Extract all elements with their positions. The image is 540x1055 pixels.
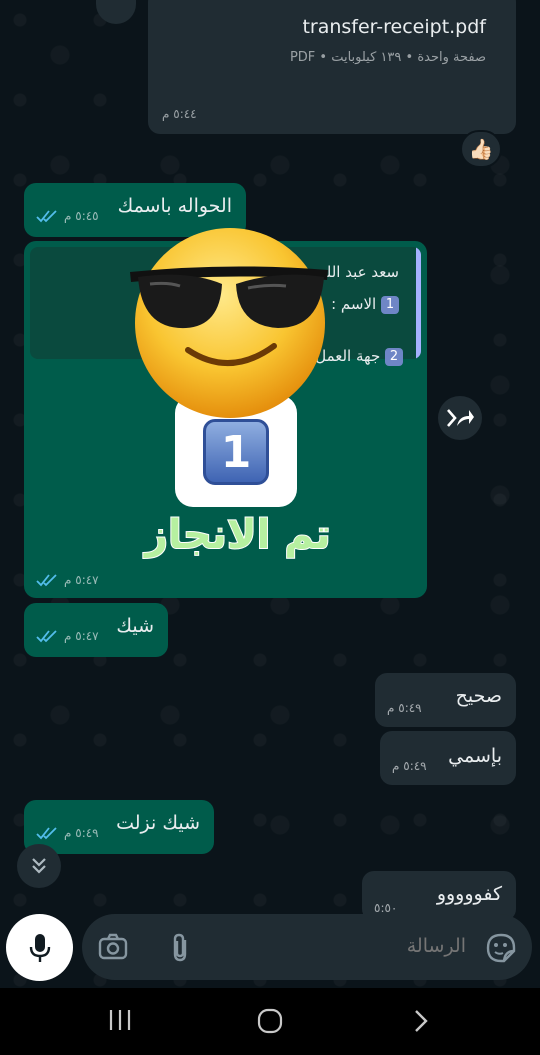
back-icon[interactable] xyxy=(412,1009,430,1033)
system-navigation-bar xyxy=(0,988,540,1055)
message-text: شيك نزلت xyxy=(116,812,200,834)
message-text: بإسمي xyxy=(448,745,502,767)
forward-button[interactable] xyxy=(438,396,482,440)
read-ticks-icon xyxy=(36,827,57,840)
incoming-message[interactable]: صحيح ٥:٤٩ م xyxy=(375,673,516,727)
reaction-badge[interactable]: 👍🏻 xyxy=(460,130,502,168)
keycap-two-icon: 2 xyxy=(385,347,403,366)
message-meta: ٥:٤٥ م xyxy=(36,209,99,223)
message-meta: ٥:٤٧ م xyxy=(36,629,99,643)
read-ticks-icon xyxy=(36,574,57,587)
keycap-one-icon: 1 xyxy=(203,419,269,485)
message-text: صحيح xyxy=(455,685,502,707)
message-time: ٥:٤٤ م xyxy=(162,107,197,121)
read-ticks-icon xyxy=(36,210,57,223)
forward-icon xyxy=(447,409,474,427)
outgoing-message[interactable]: شيك ٥:٤٧ م xyxy=(24,603,168,657)
camera-icon[interactable] xyxy=(98,933,128,961)
message-text: كفووووو xyxy=(436,883,502,905)
double-chevron-down-icon xyxy=(32,858,46,874)
scroll-to-bottom-button[interactable] xyxy=(17,844,61,888)
message-text: شيك xyxy=(116,615,154,637)
sticker-icon[interactable] xyxy=(486,933,516,963)
message-meta: ٥:٤٧ م xyxy=(36,573,99,587)
document-file-name: transfer-receipt.pdf xyxy=(302,16,486,38)
microphone-icon xyxy=(29,933,50,962)
message-meta: ٥:٤٩ م xyxy=(36,826,99,840)
quote-line-name: 1 الاسم : xyxy=(331,295,399,314)
message-time: ٥:٤٧ م xyxy=(64,629,99,643)
message-text: الحواله باسمك xyxy=(117,195,232,217)
quote-sender: سعد عبد الله xyxy=(318,263,399,281)
incoming-message[interactable]: بإسمي ٥:٤٩ م xyxy=(380,731,516,785)
sunglasses-emoji-sticker xyxy=(130,228,328,418)
message-input[interactable] xyxy=(266,928,466,964)
recent-apps-icon[interactable] xyxy=(108,1009,132,1031)
outgoing-message[interactable]: شيك نزلت ٥:٤٩ م xyxy=(24,800,214,854)
quote-bar xyxy=(416,247,421,359)
message-time: ٥:٤٩ م xyxy=(387,701,422,715)
read-ticks-icon xyxy=(36,630,57,643)
attach-icon[interactable] xyxy=(170,933,192,963)
message-time: ٥:٤٩ م xyxy=(392,759,427,773)
voice-record-button[interactable] xyxy=(6,914,73,981)
message-time: ٥:٤٥ م xyxy=(64,209,99,223)
message-time: ٥:٥٠ xyxy=(374,901,398,915)
message-composer[interactable] xyxy=(82,914,532,980)
home-icon[interactable] xyxy=(257,1008,283,1034)
message-time: ٥:٤٧ م xyxy=(64,573,99,587)
sticker-caption: تم الانجاز xyxy=(144,511,332,559)
document-message[interactable]: transfer-receipt.pdf صفحة واحدة • ١٣٩ كي… xyxy=(148,0,516,134)
keycap-one-icon: 1 xyxy=(381,295,399,314)
document-info: صفحة واحدة • ١٣٩ كيلوبايت • PDF xyxy=(289,50,486,65)
message-time: ٥:٤٩ م xyxy=(64,826,99,840)
